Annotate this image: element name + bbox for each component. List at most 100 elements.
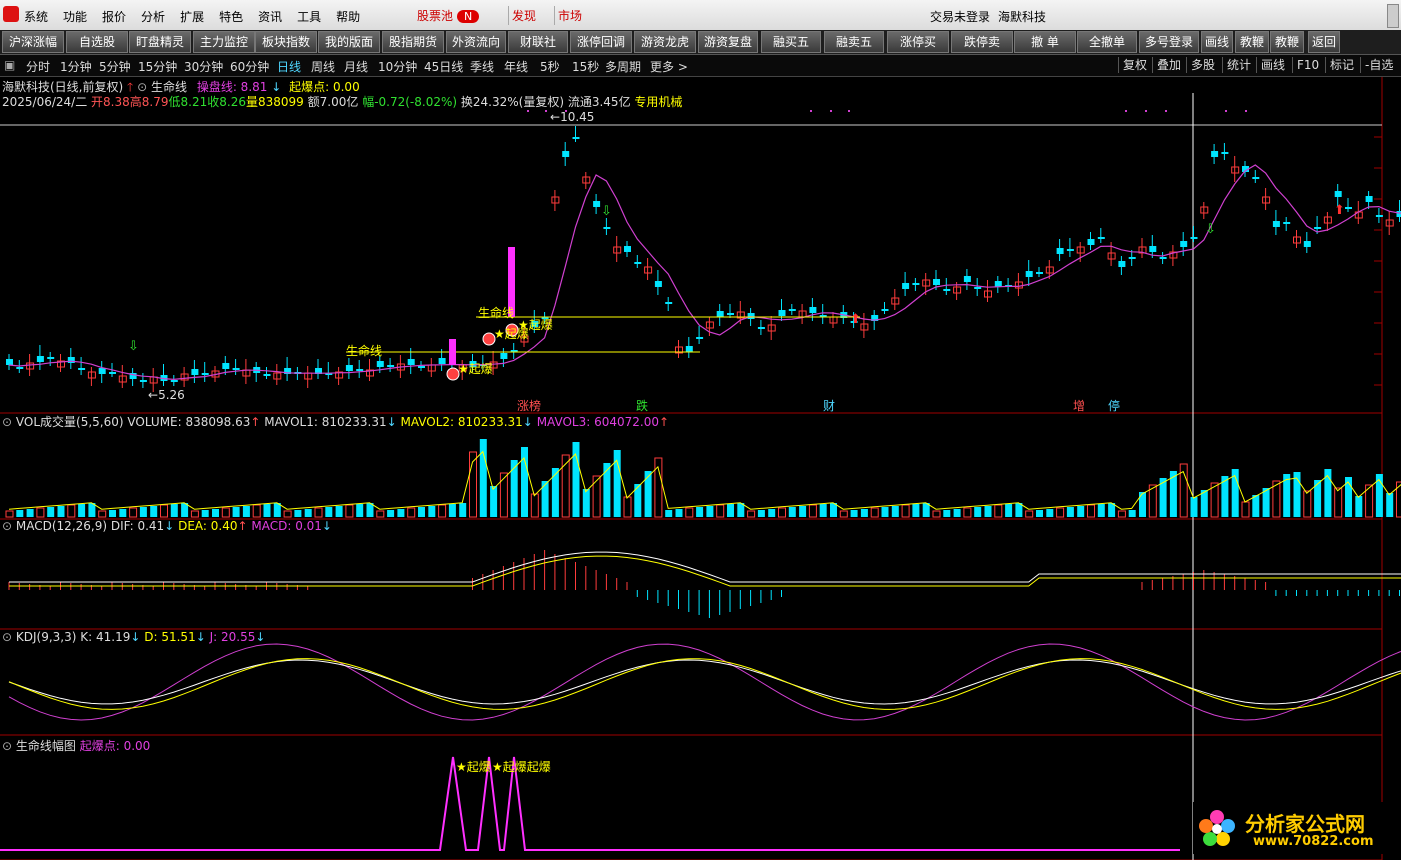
- toolbar-button-14[interactable]: 涨停买: [887, 31, 949, 53]
- volume-bar: [325, 507, 333, 517]
- volume-bar: [819, 504, 827, 517]
- stock-pool-button[interactable]: 股票池 N: [414, 6, 482, 25]
- candle-body: [1314, 227, 1322, 229]
- period-tool-3[interactable]: 统计: [1222, 57, 1251, 73]
- period-tab-3[interactable]: 15分钟: [138, 58, 177, 75]
- period-tool-5[interactable]: F10: [1292, 57, 1319, 73]
- period-tool-4[interactable]: 画线: [1256, 57, 1285, 73]
- period-tool-7[interactable]: -自选: [1360, 57, 1393, 73]
- window-scrollbar[interactable]: [1387, 4, 1399, 28]
- macd-value: MACD: 0.01: [251, 519, 322, 533]
- kdj-toggle-icon[interactable]: ⊙: [2, 630, 12, 644]
- toolbar-button-15[interactable]: 跌停卖: [951, 31, 1013, 53]
- period-tab-16[interactable]: 更多 >: [650, 58, 688, 75]
- menu-item-3[interactable]: 分析: [141, 8, 165, 25]
- toolbar-button-0[interactable]: 沪深涨幅: [2, 31, 64, 53]
- toolbar-button-18[interactable]: 多号登录: [1139, 31, 1199, 53]
- period-tab-13[interactable]: 5秒: [540, 58, 560, 75]
- kdj-header: ⊙ KDJ(9,3,3) K: 41.19↓ D: 51.51↓ J: 20.5…: [2, 630, 265, 644]
- toolbar-button-17[interactable]: 全撤单: [1077, 31, 1137, 53]
- toolbar-button-20[interactable]: 教鞭A: [1235, 31, 1269, 69]
- volume-bar: [335, 506, 343, 517]
- period-tab-4[interactable]: 30分钟: [184, 58, 223, 75]
- candle-body: [191, 369, 199, 375]
- event-tag-zeng[interactable]: 增: [1073, 397, 1085, 414]
- toolbar-button-2[interactable]: 盯盘精灵: [129, 31, 191, 53]
- macd-toggle-icon[interactable]: ⊙: [2, 519, 12, 533]
- toolbar-button-9[interactable]: 涨停回调: [570, 31, 632, 53]
- toolbar-button-10[interactable]: 游资龙虎: [634, 31, 696, 53]
- event-tag-zhangbang[interactable]: 涨榜: [517, 397, 541, 414]
- period-tool-0[interactable]: 复权: [1118, 57, 1147, 73]
- period-tab-6[interactable]: 日线: [277, 58, 301, 75]
- period-tab-12[interactable]: 年线: [504, 58, 528, 75]
- tab-market[interactable]: 市场: [554, 6, 585, 25]
- event-tag-die[interactable]: 跌: [636, 397, 648, 414]
- period-tab-0[interactable]: 分时: [26, 58, 50, 75]
- toolbar-button-6[interactable]: 股指期货: [382, 31, 444, 53]
- menu-item-5[interactable]: 特色: [219, 8, 243, 25]
- toolbar-button-1[interactable]: 自选股: [66, 31, 128, 53]
- menu-item-4[interactable]: 扩展: [180, 8, 204, 25]
- period-tab-8[interactable]: 月线: [344, 58, 368, 75]
- current-stock-name: 海默科技: [998, 10, 1047, 24]
- toolbar-button-11[interactable]: 游资复盘: [698, 31, 758, 53]
- volume-bar: [1241, 501, 1250, 518]
- candle-body: [6, 359, 13, 365]
- candle-body: [1097, 237, 1105, 239]
- toolbar-button-13[interactable]: 融卖五: [824, 31, 884, 53]
- candle-body: [1087, 239, 1095, 245]
- menu-item-7[interactable]: 工具: [297, 8, 321, 25]
- period-tab-14[interactable]: 15秒: [572, 58, 599, 75]
- toolbar-button-19[interactable]: 画线: [1201, 31, 1233, 53]
- toolbar-button-4[interactable]: 板块指数: [255, 31, 317, 53]
- candle-body: [902, 283, 910, 289]
- login-status[interactable]: 交易未登录: [930, 8, 990, 25]
- candle-body: [1159, 257, 1167, 259]
- period-tool-1[interactable]: 叠加: [1152, 57, 1181, 73]
- toolbar-button-8[interactable]: 财联社: [508, 31, 568, 53]
- candle-body: [624, 246, 631, 252]
- period-tab-11[interactable]: 季线: [470, 58, 494, 75]
- toolbar-button-5[interactable]: 我的版面: [318, 31, 380, 53]
- period-tab-10[interactable]: 45日线: [424, 58, 463, 75]
- lifeline-toggle-icon[interactable]: ⊙: [2, 739, 12, 753]
- panel-toggle-icon[interactable]: ▣: [4, 58, 15, 72]
- signal-dot: [1125, 110, 1127, 112]
- period-tool-6[interactable]: 标记: [1325, 57, 1354, 73]
- lifeline-burst-2: ★起爆起爆: [492, 760, 551, 774]
- volume-bar: [665, 510, 673, 517]
- tab-discover[interactable]: 发现: [508, 6, 539, 25]
- volume-bar: [1355, 496, 1363, 517]
- candle-body: [1345, 207, 1352, 209]
- toolbar-button-21[interactable]: 教鞭B: [1270, 31, 1304, 69]
- period-tab-5[interactable]: 60分钟: [230, 58, 269, 75]
- toolbar-button-22[interactable]: 返回: [1308, 31, 1340, 53]
- site-watermark: 分析家公式网 www.70822.com: [1193, 802, 1393, 854]
- lifeline-label-2: 生命线: [478, 306, 515, 320]
- dropdown-circle-icon[interactable]: ⊙: [137, 80, 147, 94]
- menu-item-0[interactable]: 系统: [24, 8, 48, 25]
- kline-chart[interactable]: ⇩ ⇩ ⇩ ⬆ ⬆: [0, 77, 1401, 860]
- period-tab-1[interactable]: 1分钟: [60, 58, 92, 75]
- toolbar-button-12[interactable]: 融买五: [761, 31, 821, 53]
- menu-item-2[interactable]: 报价: [102, 8, 126, 25]
- toolbar-button-16[interactable]: 撤 单: [1014, 31, 1076, 53]
- period-tab-15[interactable]: 多周期: [605, 58, 641, 75]
- toolbar-button-7[interactable]: 外资流向: [446, 31, 506, 53]
- candle-body: [747, 313, 755, 319]
- period-tab-9[interactable]: 10分钟: [378, 58, 417, 75]
- period-tab-7[interactable]: 周线: [311, 58, 335, 75]
- event-tag-ting[interactable]: 停: [1108, 397, 1120, 414]
- toolbar-button-3[interactable]: 主力监控: [193, 31, 255, 53]
- burst-label-1: ★起爆: [458, 362, 493, 376]
- vol-toggle-icon[interactable]: ⊙: [2, 415, 12, 429]
- menu-item-1[interactable]: 功能: [63, 8, 87, 25]
- menu-item-6[interactable]: 资讯: [258, 8, 282, 25]
- app-logo-icon[interactable]: [3, 6, 19, 22]
- period-tool-2[interactable]: 多股: [1186, 57, 1215, 73]
- volume-bar: [376, 510, 385, 518]
- menu-item-8[interactable]: 帮助: [336, 8, 360, 25]
- event-tag-cai[interactable]: 财: [823, 397, 835, 414]
- period-tab-2[interactable]: 5分钟: [99, 58, 131, 75]
